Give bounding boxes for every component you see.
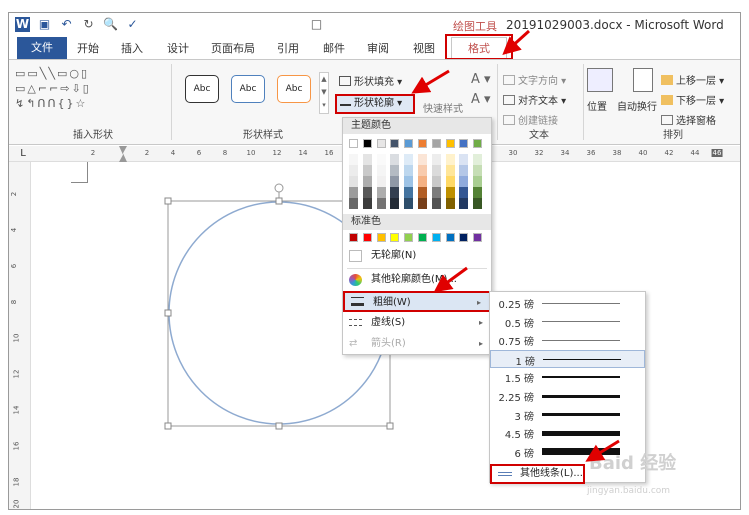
- arrow-to-more-lines: [585, 439, 620, 462]
- annotation-arrows: [411, 29, 620, 462]
- arrow-to-format-tab: [502, 29, 531, 56]
- arrow-to-weight-item: [433, 266, 468, 293]
- word-window: W ▣ ↶ ↻ 🔍 ✓ □ 绘图工具 20191029003.docx - Mi…: [8, 12, 741, 510]
- arrow-to-outline-button: [411, 69, 450, 94]
